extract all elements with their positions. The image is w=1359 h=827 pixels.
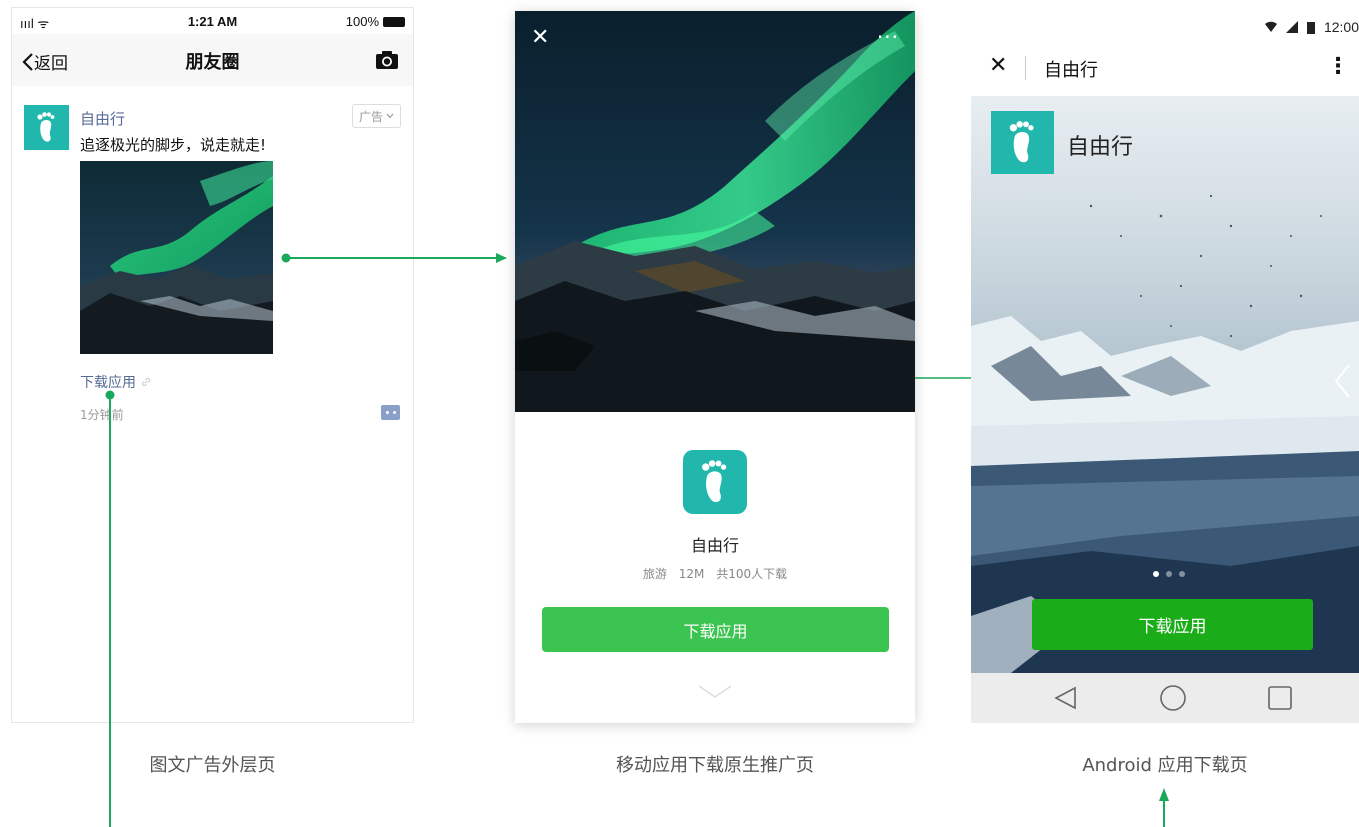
carousel-indicator: [1153, 571, 1185, 577]
status-time: 12:00: [1323, 19, 1359, 35]
ad-badge[interactable]: 广告: [351, 104, 401, 128]
page-title: 朋友圈: [185, 52, 240, 73]
nav-recents-icon[interactable]: [1268, 686, 1292, 710]
android-download-screen: 12:00 ✕ 自由行 ⋮ 自由行 下载应用: [971, 11, 1359, 723]
post-text: 追逐极光的脚步，说走就走!: [80, 136, 267, 154]
aurora-hero-image: [515, 11, 915, 412]
aurora-image[interactable]: [80, 161, 273, 354]
download-button[interactable]: 下载应用: [542, 607, 889, 652]
download-link[interactable]: 下载应用: [80, 372, 152, 392]
ad-badge-label: 广告: [358, 109, 383, 124]
link-icon: [141, 377, 151, 387]
app-name: 自由行: [690, 536, 739, 555]
download-link-label: 下载应用: [80, 375, 136, 391]
close-icon[interactable]: ✕: [989, 53, 1007, 78]
app-name: 自由行: [1067, 135, 1134, 160]
app-downloads: 共100人下载: [716, 567, 788, 581]
moments-screen: ıııl ᯤ 1:21 AM 100% 返回 朋友圈 自由行 广告 追逐极光的脚…: [11, 7, 414, 723]
signal-icon: [1285, 21, 1298, 33]
download-button[interactable]: 下载应用: [1032, 599, 1313, 650]
arrow-up-icon: [1159, 788, 1169, 801]
advertiser-name[interactable]: 自由行: [80, 108, 125, 129]
caption-android: Android 应用下载页: [1082, 755, 1248, 776]
battery-indicator: 100%: [346, 14, 405, 29]
moments-navbar: 返回 朋友圈: [12, 34, 413, 86]
arrow-right-icon: [496, 253, 507, 263]
app-icon: [991, 111, 1054, 174]
chevron-down-icon: [386, 113, 394, 119]
footprint-icon: [1009, 121, 1034, 163]
android-nav-bar: [971, 673, 1359, 723]
close-icon[interactable]: ✕: [531, 25, 549, 50]
toolbar-divider: [1025, 56, 1026, 80]
glacier-hero-image: [971, 96, 1359, 673]
battery-icon: [383, 16, 405, 27]
app-category: 旅游: [642, 567, 667, 581]
kebab-menu-icon[interactable]: ⋮: [1327, 54, 1349, 79]
app-size: 12M: [678, 567, 705, 581]
advertiser-avatar[interactable]: [24, 105, 69, 150]
camera-icon[interactable]: [375, 50, 399, 70]
more-icon[interactable]: ···: [877, 25, 899, 49]
android-toolbar: ✕ 自由行 ⋮: [971, 41, 1359, 96]
caption-native: 移动应用下载原生推广页: [616, 755, 814, 776]
battery-icon: [1306, 21, 1315, 34]
post-time: 1分钟前: [80, 408, 124, 422]
footprint-icon: [37, 112, 55, 142]
app-icon: [683, 450, 747, 514]
nav-home-icon[interactable]: [1160, 685, 1186, 711]
chevron-left-icon[interactable]: [1333, 363, 1351, 399]
comment-more-button[interactable]: [381, 405, 400, 420]
native-promotion-screen: ✕ ··· 自由行 旅游 12M 共100人下载 下载应用: [515, 11, 915, 723]
wifi-icon: [1264, 21, 1277, 32]
android-status-bar: 12:00: [971, 11, 1359, 41]
app-meta: 旅游 12M 共100人下载: [515, 565, 915, 582]
caption-moments: 图文广告外层页: [149, 755, 276, 776]
battery-percent: 100%: [345, 14, 379, 29]
chevron-down-icon[interactable]: [697, 683, 733, 701]
ios-status-bar: ıııl ᯤ 1:21 AM 100%: [12, 8, 413, 34]
footprint-icon: [702, 460, 727, 503]
nav-back-icon[interactable]: [1054, 686, 1076, 710]
page-title: 自由行: [1044, 60, 1098, 81]
